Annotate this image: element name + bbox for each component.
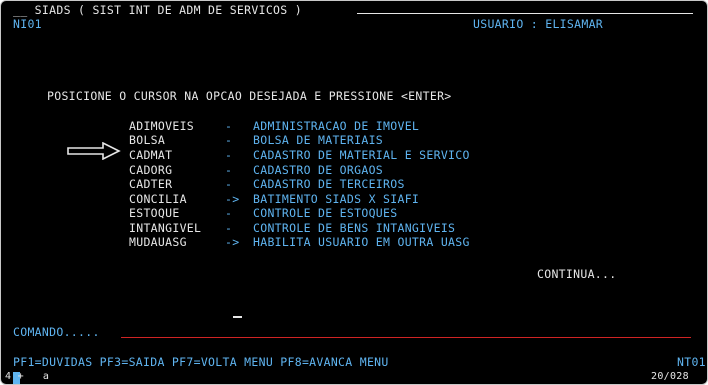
menu-desc: CADASTRO DE MATERIAL E SERVICO (253, 148, 470, 162)
continua-label: CONTINUA... (537, 267, 617, 281)
input-cursor-mark[interactable] (233, 316, 242, 318)
menu-separator: -> (225, 192, 240, 206)
menu-desc: HABILITA USUARIO EM OUTRA UASG (253, 235, 470, 249)
command-input[interactable] (121, 337, 691, 338)
right-arrow-outline-icon (67, 142, 121, 160)
menu-separator: - (225, 148, 233, 162)
menu-desc: CONTROLE DE ESTOQUES (253, 206, 398, 220)
menu-desc: CONTROLE DE BENS INTANGIVEIS (253, 221, 456, 235)
menu-code: MUDAUASG (129, 235, 187, 249)
footer-screen-id: NT01 (677, 355, 706, 369)
menu-desc: ADMINISTRACAO DE IMOVEL (253, 119, 420, 133)
menu-separator: -> (225, 235, 240, 249)
menu-separator: - (225, 133, 233, 147)
menu-separator: - (225, 206, 233, 220)
status-left: 4 + a (5, 371, 50, 382)
menu-separator: - (225, 163, 233, 177)
screen-id: NI01 (13, 17, 42, 31)
status-right: 20/028 (651, 371, 689, 382)
menu-code: INTANGIVEL (129, 221, 202, 235)
function-keys: PF1=DUVIDAS PF3=SAIDA PF7=VOLTA MENU PF8… (13, 355, 389, 369)
menu-code: BOLSA (129, 133, 166, 147)
menu-separator: - (225, 177, 233, 191)
menu-separator: - (225, 119, 233, 133)
menu-desc: CADASTRO DE ORGAOS (253, 163, 384, 177)
menu-code: CADMAT (129, 148, 173, 162)
instruction-text: POSICIONE O CURSOR NA OPCAO DESEJADA E P… (47, 89, 452, 103)
menu-code: CONCILIA (129, 192, 187, 206)
menu-separator: - (225, 221, 233, 235)
title-underline (357, 13, 693, 14)
menu-desc: BOLSA DE MATERIAIS (253, 133, 384, 147)
menu-code: CADTER (129, 177, 173, 191)
menu-code: ESTOQUE (129, 206, 180, 220)
menu-code: ADIMOVEIS (129, 119, 195, 133)
command-label: COMANDO..... (13, 325, 100, 339)
menu-desc: BATIMENTO SIADS X SIAFI (253, 192, 420, 206)
user-label: USUARIO : ELISAMAR (473, 17, 604, 31)
menu-desc: CADASTRO DE TERCEIROS (253, 177, 405, 191)
menu-code: CADORG (129, 163, 173, 177)
terminal-screen: __ SIADS ( SIST INT DE ADM DE SERVICOS )… (0, 0, 708, 385)
app-title: __ SIADS ( SIST INT DE ADM DE SERVICOS ) (13, 3, 302, 17)
